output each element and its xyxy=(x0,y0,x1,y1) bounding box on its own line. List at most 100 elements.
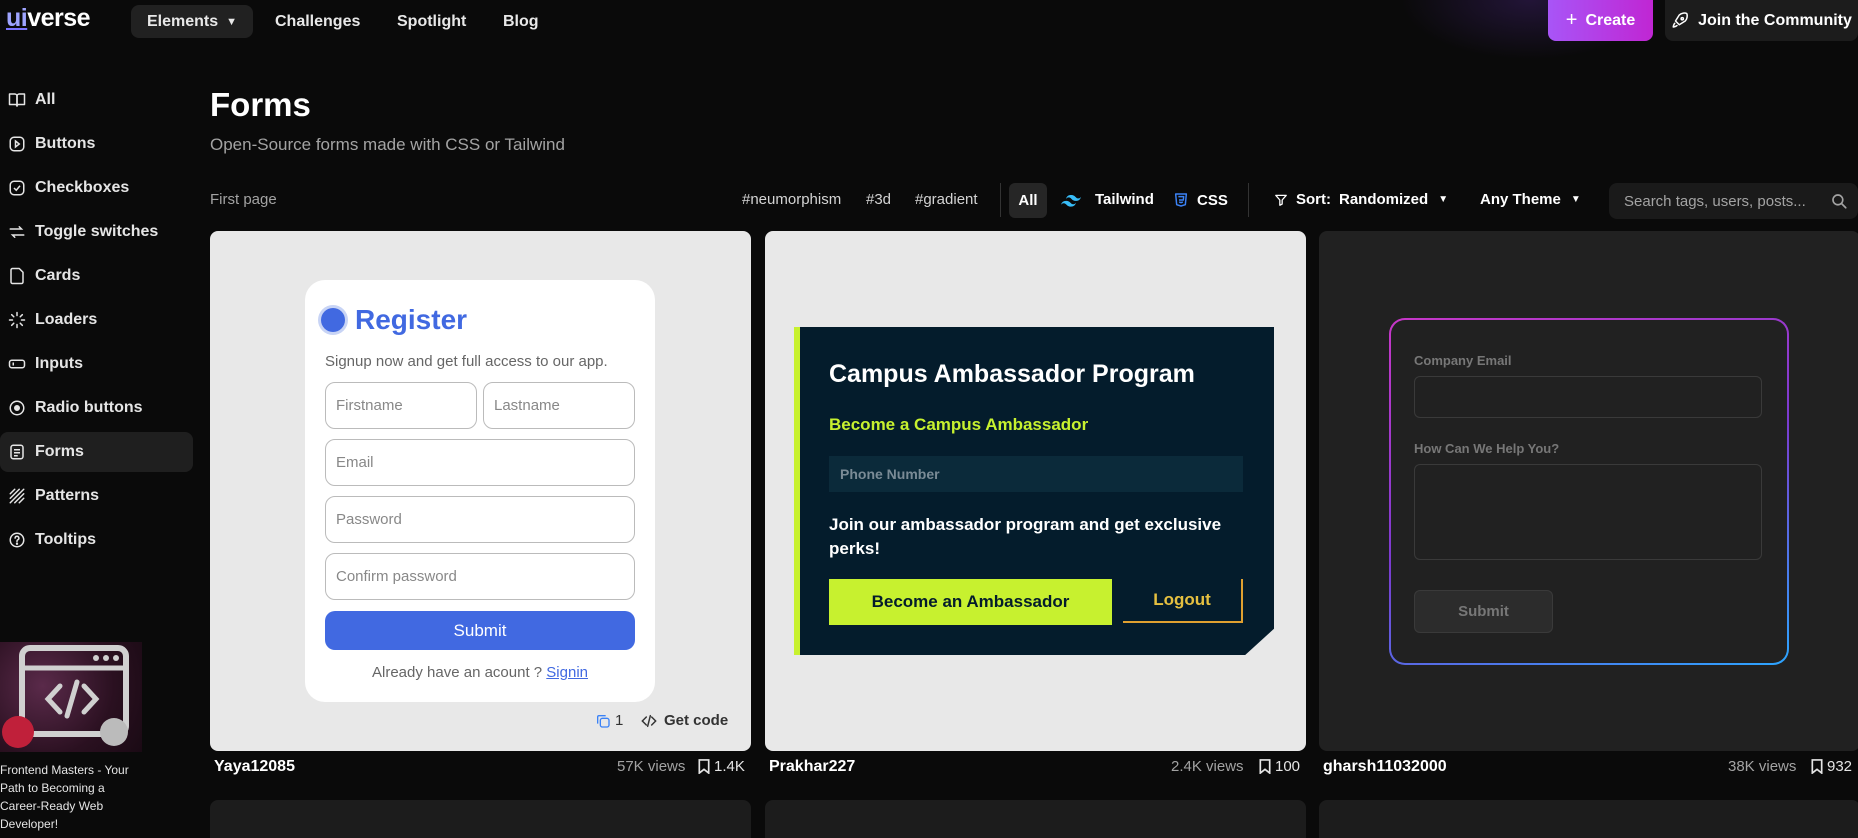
elements-label: Elements xyxy=(147,12,219,30)
sort-value: Randomized xyxy=(1339,191,1429,208)
sidebar: All Buttons Checkboxes Toggle switches C… xyxy=(0,80,195,564)
elements-menu-button[interactable]: Elements ▼ xyxy=(131,5,254,38)
spotlight-link[interactable]: Spotlight xyxy=(381,5,482,38)
next-card[interactable] xyxy=(210,800,751,838)
bookmark-icon xyxy=(698,759,710,774)
sidebar-item-checkboxes[interactable]: Checkboxes xyxy=(0,168,193,208)
chevron-down-icon: ▼ xyxy=(226,15,238,28)
sidebar-item-label: Loaders xyxy=(35,311,98,328)
form-card-register[interactable]: Register Signup now and get full access … xyxy=(210,231,751,751)
sort-dropdown[interactable]: Sort: Randomized ▼ xyxy=(1274,191,1448,208)
sidebar-item-forms[interactable]: Forms xyxy=(0,432,193,472)
like-count[interactable]: 1 xyxy=(595,712,623,729)
sidebar-item-label: Radio buttons xyxy=(35,399,143,416)
phone-number-field[interactable]: Phone Number xyxy=(829,456,1243,492)
ambassador-title: Campus Ambassador Program xyxy=(829,360,1195,388)
sidebar-item-patterns[interactable]: Patterns xyxy=(0,476,193,516)
help-textarea[interactable] xyxy=(1414,464,1762,560)
sidebar-item-label: All xyxy=(35,91,56,108)
card-views: 38K views xyxy=(1728,758,1797,775)
password-field[interactable]: Password xyxy=(325,496,635,543)
card-saves[interactable]: 932 xyxy=(1811,758,1852,775)
tailwind-label: Tailwind xyxy=(1095,191,1154,208)
register-form-preview: Register Signup now and get full access … xyxy=(305,280,655,702)
sidebar-item-cards[interactable]: Cards xyxy=(0,256,193,296)
firstname-field[interactable]: Firstname xyxy=(325,382,477,429)
blog-link[interactable]: Blog xyxy=(487,5,555,38)
page-subtitle: Open-Source forms made with CSS or Tailw… xyxy=(210,135,565,154)
card-views: 57K views xyxy=(617,758,686,775)
ambassador-subtitle: Become a Campus Ambassador xyxy=(829,415,1089,434)
card-author[interactable]: gharsh11032000 xyxy=(1323,758,1447,776)
create-label: Create xyxy=(1585,11,1636,29)
company-email-label: Company Email xyxy=(1414,353,1512,368)
input-icon xyxy=(8,359,26,369)
help-label: How Can We Help You? xyxy=(1414,441,1560,456)
create-button[interactable]: + Create xyxy=(1548,0,1653,41)
css3-icon xyxy=(1174,193,1188,207)
tailwind-icon xyxy=(1061,194,1081,207)
card-author[interactable]: Prakhar227 xyxy=(769,758,855,776)
register-dot-icon xyxy=(321,308,345,332)
search-input[interactable]: Search tags, users, posts... xyxy=(1609,183,1858,219)
signin-link[interactable]: Signin xyxy=(546,664,588,681)
ambassador-form-preview: Campus Ambassador Program Become a Campu… xyxy=(794,327,1274,655)
rocket-icon xyxy=(1672,11,1689,28)
tag-3d[interactable]: #3d xyxy=(866,191,891,208)
logout-button[interactable]: Logout xyxy=(1123,579,1243,623)
card-icon xyxy=(10,267,24,285)
form-card-ambassador[interactable]: Campus Ambassador Program Become a Campu… xyxy=(765,231,1306,751)
form-card-contact[interactable]: Company Email How Can We Help You? Submi… xyxy=(1319,231,1858,751)
search-icon xyxy=(1832,194,1847,209)
top-nav: uiverse Elements ▼ Challenges Spotlight … xyxy=(0,0,1858,60)
next-card[interactable] xyxy=(765,800,1306,838)
signin-prompt: Already have an acount ? Signin xyxy=(372,664,588,681)
sidebar-item-buttons[interactable]: Buttons xyxy=(0,124,193,164)
register-title: Register xyxy=(321,304,467,336)
theme-dropdown[interactable]: Any Theme ▼ xyxy=(1480,191,1581,208)
card-saves[interactable]: 1.4K xyxy=(698,758,745,775)
sidebar-item-toggle-switches[interactable]: Toggle switches xyxy=(0,212,193,252)
become-ambassador-button[interactable]: Become an Ambassador xyxy=(829,579,1112,625)
challenges-link[interactable]: Challenges xyxy=(259,5,376,38)
ambassador-text: Join our ambassador program and get excl… xyxy=(829,515,1222,558)
filter-tailwind-button[interactable]: Tailwind xyxy=(1061,191,1154,208)
sidebar-item-all[interactable]: All xyxy=(0,80,193,120)
contact-submit-button[interactable]: Submit xyxy=(1414,590,1553,633)
tooltip-icon xyxy=(9,532,25,548)
register-subtitle: Signup now and get full access to our ap… xyxy=(325,353,608,370)
sidebar-item-tooltips[interactable]: Tooltips xyxy=(0,520,193,560)
sidebar-item-label: Tooltips xyxy=(35,531,97,548)
bookmark-icon xyxy=(1259,759,1271,774)
uiverse-logo[interactable]: uiverse xyxy=(6,4,91,33)
sidebar-item-label: Inputs xyxy=(35,355,83,372)
email-field[interactable]: Email xyxy=(325,439,635,486)
bookmark-icon xyxy=(1811,759,1823,774)
radio-icon xyxy=(9,400,25,416)
confirm-password-field[interactable]: Confirm password xyxy=(325,553,635,600)
sort-label: Sort: xyxy=(1296,191,1331,208)
button-icon xyxy=(9,136,25,152)
ad-image[interactable] xyxy=(0,642,142,752)
sidebar-item-loaders[interactable]: Loaders xyxy=(0,300,193,340)
sidebar-item-radio-buttons[interactable]: Radio buttons xyxy=(0,388,193,428)
register-submit-button[interactable]: Submit xyxy=(325,611,635,650)
filter-all-button[interactable]: All xyxy=(1009,183,1047,218)
card-author[interactable]: Yaya12085 xyxy=(214,758,295,776)
sidebar-item-label: Forms xyxy=(35,443,84,460)
card-saves[interactable]: 100 xyxy=(1259,758,1300,775)
join-community-button[interactable]: Join the Community xyxy=(1665,0,1858,41)
sidebar-item-inputs[interactable]: Inputs xyxy=(0,344,193,384)
search-placeholder: Search tags, users, posts... xyxy=(1624,192,1806,210)
page-title: Forms xyxy=(210,86,311,123)
lastname-field[interactable]: Lastname xyxy=(483,382,635,429)
tag-neumorphism[interactable]: #neumorphism xyxy=(742,191,841,208)
get-code-button[interactable]: Get code xyxy=(640,712,728,729)
copies-icon xyxy=(597,714,610,728)
next-card[interactable] xyxy=(1319,800,1858,838)
filter-css-button[interactable]: CSS xyxy=(1173,191,1228,209)
tag-gradient[interactable]: #gradient xyxy=(915,191,978,208)
company-email-field[interactable] xyxy=(1414,376,1762,418)
ad-text[interactable]: Frontend Masters - Your Path to Becoming… xyxy=(0,761,140,833)
pattern-icon xyxy=(9,488,25,504)
